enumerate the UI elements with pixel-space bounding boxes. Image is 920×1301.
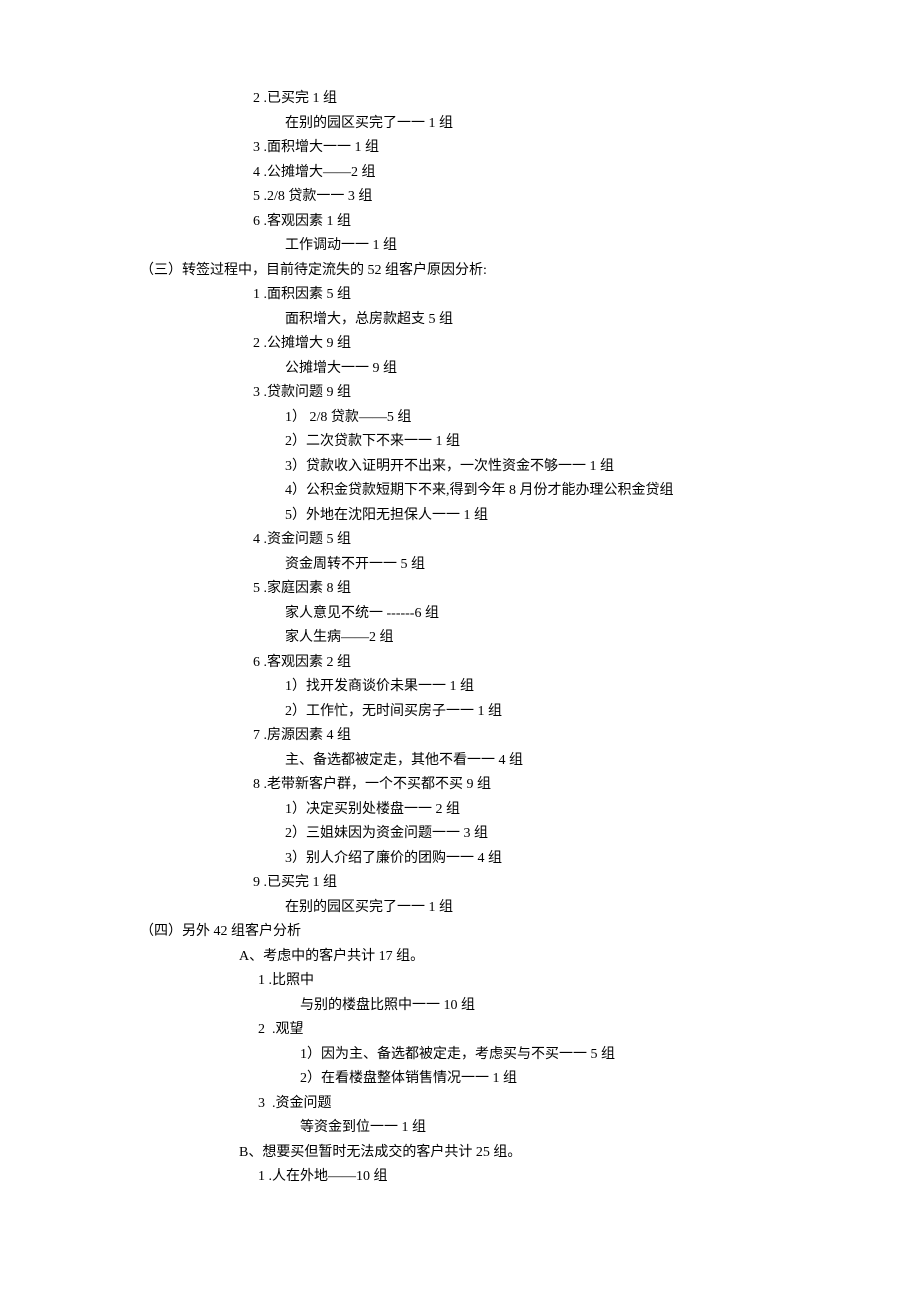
- text-line: 8 .老带新客户群，一个不买都不买 9 组: [0, 773, 920, 798]
- text-line: 公摊增大一一 9 组: [0, 357, 920, 382]
- text-line: 资金周转不开一一 5 组: [0, 553, 920, 578]
- text-line: （四）另外 42 组客户分析: [0, 920, 920, 945]
- text-line: 家人生病——2 组: [0, 626, 920, 651]
- text-line: 1）决定买别处楼盘一一 2 组: [0, 798, 920, 823]
- text-line: 2 .公摊增大 9 组: [0, 332, 920, 357]
- text-line: 6 .客观因素 1 组: [0, 210, 920, 235]
- text-line: 4）公积金贷款短期下不来,得到今年 8 月份才能办理公积金贷组: [0, 479, 920, 504]
- text-line: 面积增大，总房款超支 5 组: [0, 308, 920, 333]
- text-line: 1）找开发商谈价未果一一 1 组: [0, 675, 920, 700]
- text-line: 7 .房源因素 4 组: [0, 724, 920, 749]
- text-line: 4 .资金问题 5 组: [0, 528, 920, 553]
- text-line: 工作调动一一 1 组: [0, 234, 920, 259]
- text-line: 在别的园区买完了一一 1 组: [0, 896, 920, 921]
- text-line: 2 .观望: [0, 1018, 920, 1043]
- text-line: 9 .已买完 1 组: [0, 871, 920, 896]
- text-line: 1 .面积因素 5 组: [0, 283, 920, 308]
- text-line: 5 .家庭因素 8 组: [0, 577, 920, 602]
- document-page: 2 .已买完 1 组在别的园区买完了一一 1 组3 .面积增大一一 1 组4 .…: [0, 0, 920, 1250]
- text-line: 与别的楼盘比照中一一 10 组: [0, 994, 920, 1019]
- text-line: 3 .资金问题: [0, 1092, 920, 1117]
- text-line: 3）贷款收入证明开不出来，一次性资金不够一一 1 组: [0, 455, 920, 480]
- text-line: 3 .贷款问题 9 组: [0, 381, 920, 406]
- text-line: （三）转签过程中，目前待定流失的 52 组客户原因分析:: [0, 259, 920, 284]
- text-line: 2）在看楼盘整体销售情况一一 1 组: [0, 1067, 920, 1092]
- text-line: 2）工作忙，无时间买房子一一 1 组: [0, 700, 920, 725]
- text-line: 4 .公摊增大——2 组: [0, 161, 920, 186]
- text-line: 家人意见不统一 ------6 组: [0, 602, 920, 627]
- text-line: 5）外地在沈阳无担保人一一 1 组: [0, 504, 920, 529]
- text-line: B、想要买但暂时无法成交的客户共计 25 组。: [0, 1141, 920, 1166]
- text-line: A、考虑中的客户共计 17 组。: [0, 945, 920, 970]
- text-line: 3）别人介绍了廉价的团购一一 4 组: [0, 847, 920, 872]
- text-line: 1 .比照中: [0, 969, 920, 994]
- text-line: 2 .已买完 1 组: [0, 87, 920, 112]
- text-line: 2）二次贷款下不来一一 1 组: [0, 430, 920, 455]
- text-line: 5 .2/8 贷款一一 3 组: [0, 185, 920, 210]
- text-line: 1）因为主、备选都被定走，考虑买与不买一一 5 组: [0, 1043, 920, 1068]
- text-line: 主、备选都被定走，其他不看一一 4 组: [0, 749, 920, 774]
- text-line: 1） 2/8 贷款——5 组: [0, 406, 920, 431]
- text-line: 6 .客观因素 2 组: [0, 651, 920, 676]
- text-line: 在别的园区买完了一一 1 组: [0, 112, 920, 137]
- text-line: 等资金到位一一 1 组: [0, 1116, 920, 1141]
- text-line: 2）三姐妹因为资金问题一一 3 组: [0, 822, 920, 847]
- text-line: 1 .人在外地——10 组: [0, 1165, 920, 1190]
- text-line: 3 .面积增大一一 1 组: [0, 136, 920, 161]
